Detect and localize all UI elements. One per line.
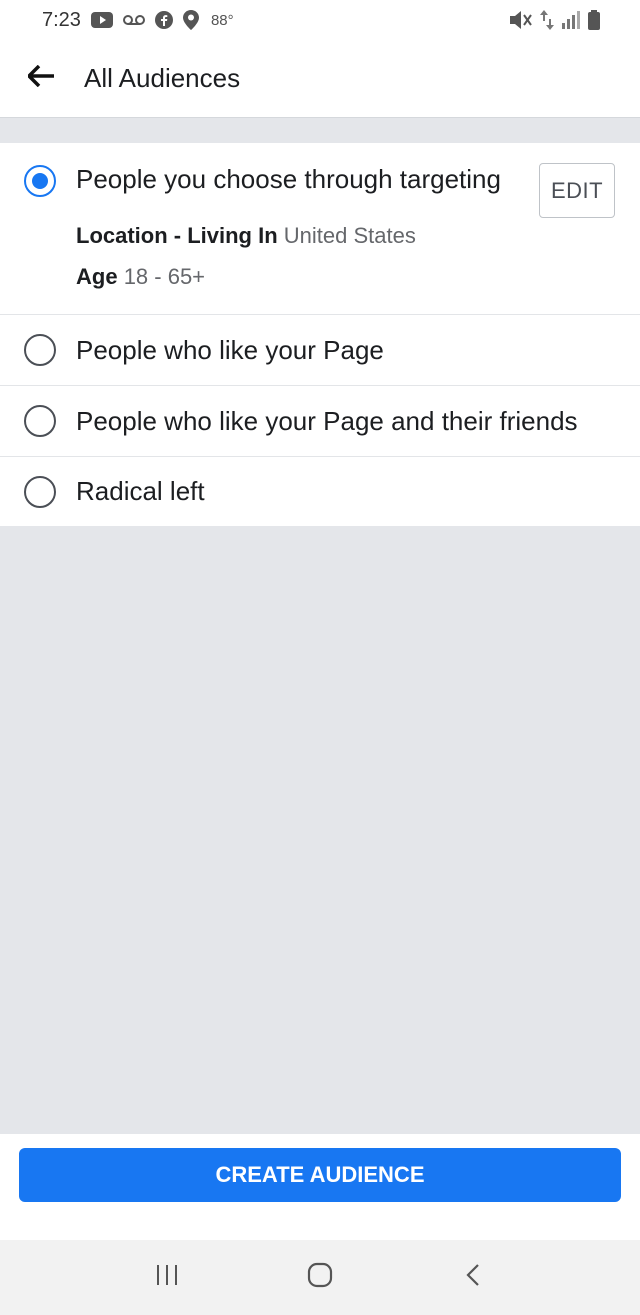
status-bar: 7:23 88°	[0, 0, 640, 40]
facebook-icon	[154, 11, 173, 29]
system-nav-bar	[0, 1240, 640, 1315]
status-right	[510, 10, 600, 30]
age-key: Age	[76, 264, 118, 289]
radio-unselected[interactable]	[24, 405, 56, 437]
create-audience-button[interactable]: CREATE AUDIENCE	[19, 1148, 621, 1202]
home-button[interactable]	[290, 1248, 350, 1308]
audience-option-targeting[interactable]: People you choose through targeting EDIT…	[0, 143, 640, 315]
radio-selected[interactable]	[24, 165, 56, 197]
mute-icon	[510, 10, 532, 30]
age-detail: Age 18 - 65+	[76, 264, 205, 290]
status-left: 7:23 88°	[42, 9, 234, 32]
system-back-button[interactable]	[443, 1248, 503, 1308]
audience-option-radical-left[interactable]: Radical left	[0, 457, 640, 526]
voicemail-icon	[122, 14, 145, 26]
audience-option-label: People you choose through targeting	[76, 164, 501, 194]
youtube-icon	[90, 12, 113, 28]
page-title: All Audiences	[84, 63, 241, 93]
audience-option-label: Radical left	[76, 476, 205, 506]
arrow-left-icon	[26, 64, 54, 92]
age-value: 18 - 65+	[123, 264, 206, 289]
location-detail: Location - Living In United States	[76, 223, 416, 249]
data-arrows-icon	[540, 10, 554, 30]
audience-option-label: People who like your Page and their frie…	[76, 405, 578, 436]
bottom-action-bar: CREATE AUDIENCE	[0, 1134, 640, 1240]
location-pin-icon	[182, 10, 199, 30]
recent-apps-icon	[155, 1264, 179, 1291]
audience-option-page-likes[interactable]: People who like your Page	[0, 315, 640, 386]
back-button[interactable]	[0, 40, 84, 118]
back-icon	[465, 1263, 481, 1292]
edit-button[interactable]: EDIT	[539, 163, 615, 218]
app-header: All Audiences	[0, 40, 640, 118]
radio-unselected[interactable]	[24, 334, 56, 366]
battery-icon	[588, 10, 600, 30]
home-icon	[307, 1262, 333, 1293]
location-value: United States	[283, 223, 416, 248]
audience-option-label: People who like your Page	[76, 334, 384, 365]
radio-unselected[interactable]	[24, 475, 56, 508]
status-temperature: 88°	[210, 11, 234, 29]
audience-option-page-likes-friends[interactable]: People who like your Page and their frie…	[0, 386, 640, 457]
status-time: 7:23	[42, 8, 81, 31]
signal-icon	[562, 11, 580, 29]
recent-apps-button[interactable]	[137, 1248, 197, 1308]
location-key: Location - Living In	[76, 223, 278, 248]
